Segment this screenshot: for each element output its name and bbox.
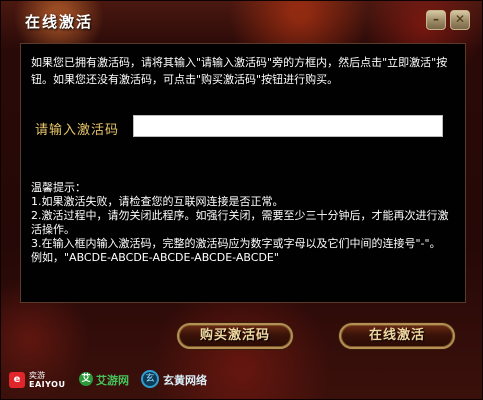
aiyou-logo-icon: 艾 <box>79 372 93 386</box>
content-panel: 如果您已拥有激活码，请将其输入"请输入激活码"旁的方框内，然后点击"立即激活"按… <box>20 43 466 303</box>
xuanyuan-logo-icon: 玄 <box>141 370 159 388</box>
activate-online-button[interactable]: 在线激活 <box>339 323 455 349</box>
tip-example: 例如，"ABCDE-ABCDE-ABCDE-ABCDE-ABCDE" <box>31 251 279 264</box>
xuanyuan-logo-text: 玄黄网络 <box>163 374 207 387</box>
activation-code-label: 请输入激活码 <box>35 123 120 138</box>
activation-code-input[interactable] <box>133 115 443 137</box>
eaiyou-logo-en: EAIYOU <box>29 380 66 389</box>
activation-window: 在线激活 – ✕ 如果您已拥有激活码，请将其输入"请输入激活码"旁的方框内，然后… <box>0 0 483 400</box>
eaiyou-logo-icon: e <box>9 372 25 388</box>
instructions-text: 如果您已拥有激活码，请将其输入"请输入激活码"旁的方框内，然后点击"立即激活"按… <box>31 56 448 86</box>
tip-item: 2.激活过程中，请勿关闭此程序。如强行关闭，需要至少三十分钟后，才能再次进行激活… <box>31 209 449 236</box>
tip-item: 1.如果激活失败，请检查您的互联网连接是否正常。 <box>31 195 284 208</box>
close-icon: ✕ <box>454 12 466 26</box>
tip-item: 3.在输入框内输入激活码，完整的激活码应为数字或字母以及它们中间的连接号"-"。 <box>31 237 441 250</box>
close-button[interactable]: ✕ <box>450 10 470 30</box>
tips-section: 温馨提示： 1.如果激活失败，请检查您的互联网连接是否正常。 2.激活过程中，请… <box>31 181 451 265</box>
aiyou-logo: 艾 艾游网 <box>79 369 135 393</box>
buy-code-button[interactable]: 购买激活码 <box>177 323 293 349</box>
aiyou-logo-text: 艾游网 <box>96 374 129 387</box>
minimize-button[interactable]: – <box>426 10 446 30</box>
eaiyou-logo: e 奕游 EAIYOU <box>9 369 69 393</box>
minimize-icon: – <box>433 12 439 26</box>
xuanyuan-logo: 玄 玄黄网络 <box>141 369 221 393</box>
tips-heading: 温馨提示： <box>31 181 86 194</box>
window-title: 在线激活 <box>25 13 94 31</box>
title-bar[interactable]: 在线激活 – ✕ <box>1 1 482 41</box>
